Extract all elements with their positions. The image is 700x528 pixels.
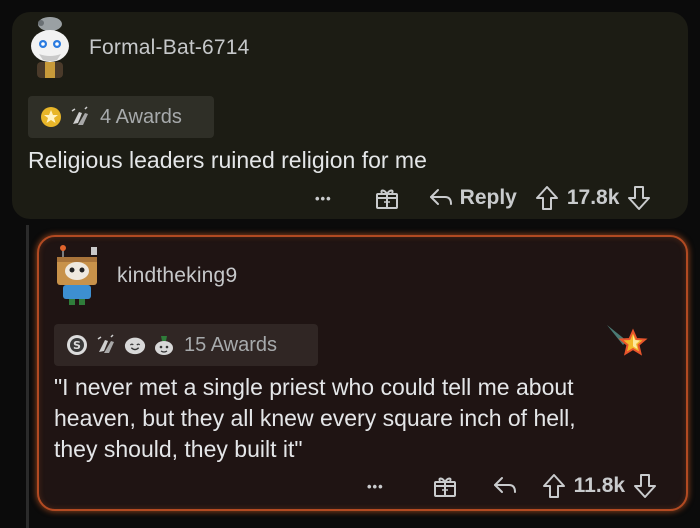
username[interactable]: kindtheking9 bbox=[117, 264, 237, 288]
vote-score: 17.8k bbox=[566, 186, 620, 209]
highlighted-comment-card: kindtheking9 S 15 Awards "I never met a … bbox=[37, 235, 688, 511]
silver-award-icon: S bbox=[66, 334, 88, 356]
reply-icon[interactable] bbox=[428, 187, 454, 209]
clapping-hands-award-icon bbox=[95, 334, 117, 356]
comment-body-line: heaven, but they all knew every square i… bbox=[54, 405, 576, 431]
gift-award-icon[interactable] bbox=[374, 185, 400, 211]
awards-count: 15 Awards bbox=[184, 333, 278, 356]
comment-actions: ••• Reply 17.8k bbox=[315, 183, 651, 213]
more-options-button[interactable]: ••• bbox=[367, 479, 384, 494]
comment-body-line: they should, they built it" bbox=[54, 436, 303, 462]
gift-award-icon[interactable] bbox=[432, 473, 458, 499]
shooting-star-icon bbox=[607, 325, 648, 356]
reply-button[interactable]: Reply bbox=[460, 186, 517, 210]
user-avatar[interactable] bbox=[21, 14, 79, 80]
comment-body: "I never met a single priest who could t… bbox=[54, 372, 576, 465]
gold-star-award-icon bbox=[40, 106, 62, 128]
comment-body-line: "I never met a single priest who could t… bbox=[54, 374, 574, 400]
vote-score: 11.8k bbox=[573, 474, 626, 497]
downvote-icon[interactable] bbox=[633, 473, 657, 499]
svg-text:S: S bbox=[73, 339, 81, 352]
comment-body: Religious leaders ruined religion for me bbox=[28, 147, 427, 173]
helpful-award-icon bbox=[153, 334, 175, 356]
more-options-button[interactable]: ••• bbox=[315, 191, 332, 206]
wholesome-award-icon bbox=[124, 334, 146, 356]
username[interactable]: Formal-Bat-6714 bbox=[89, 36, 250, 60]
awards-badge[interactable]: 4 Awards bbox=[28, 96, 214, 138]
reply-icon[interactable] bbox=[492, 475, 518, 497]
comment-actions: ••• 11.8k bbox=[367, 471, 657, 501]
comment-card: Formal-Bat-6714 4 Awards Religious leade… bbox=[12, 12, 688, 219]
user-avatar[interactable] bbox=[51, 243, 103, 305]
clapping-hands-award-icon bbox=[69, 106, 91, 128]
thread-line[interactable] bbox=[26, 225, 29, 528]
upvote-icon[interactable] bbox=[535, 185, 559, 211]
downvote-icon[interactable] bbox=[627, 185, 651, 211]
awards-badge[interactable]: S 15 Awards bbox=[54, 324, 318, 366]
awards-count: 4 Awards bbox=[100, 105, 182, 128]
upvote-icon[interactable] bbox=[542, 473, 566, 499]
